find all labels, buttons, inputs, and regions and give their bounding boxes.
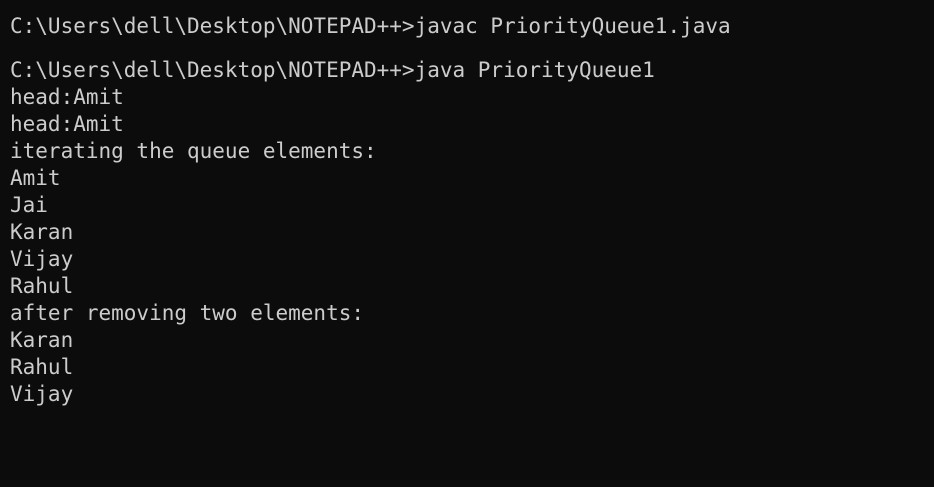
- output-line: Vijay: [10, 382, 74, 406]
- command-line-compile: C:\Users\dell\Desktop\NOTEPAD++>javac Pr…: [10, 14, 731, 38]
- output-line: Amit: [10, 166, 61, 190]
- output-line: head:Amit: [10, 85, 124, 109]
- output-line: iterating the queue elements:: [10, 139, 377, 163]
- output-line: Karan: [10, 328, 74, 352]
- command-line-run: C:\Users\dell\Desktop\NOTEPAD++>java Pri…: [10, 58, 655, 82]
- output-line: Rahul: [10, 274, 74, 298]
- output-line: Karan: [10, 220, 74, 244]
- output-line: after removing two elements:: [10, 301, 365, 325]
- output-line: Rahul: [10, 355, 74, 379]
- output-line: head:Amit: [10, 112, 124, 136]
- output-line: Vijay: [10, 247, 74, 271]
- console-window[interactable]: C:\Users\dell\Desktop\NOTEPAD++>javac Pr…: [0, 0, 934, 487]
- output-line: Jai: [10, 193, 48, 217]
